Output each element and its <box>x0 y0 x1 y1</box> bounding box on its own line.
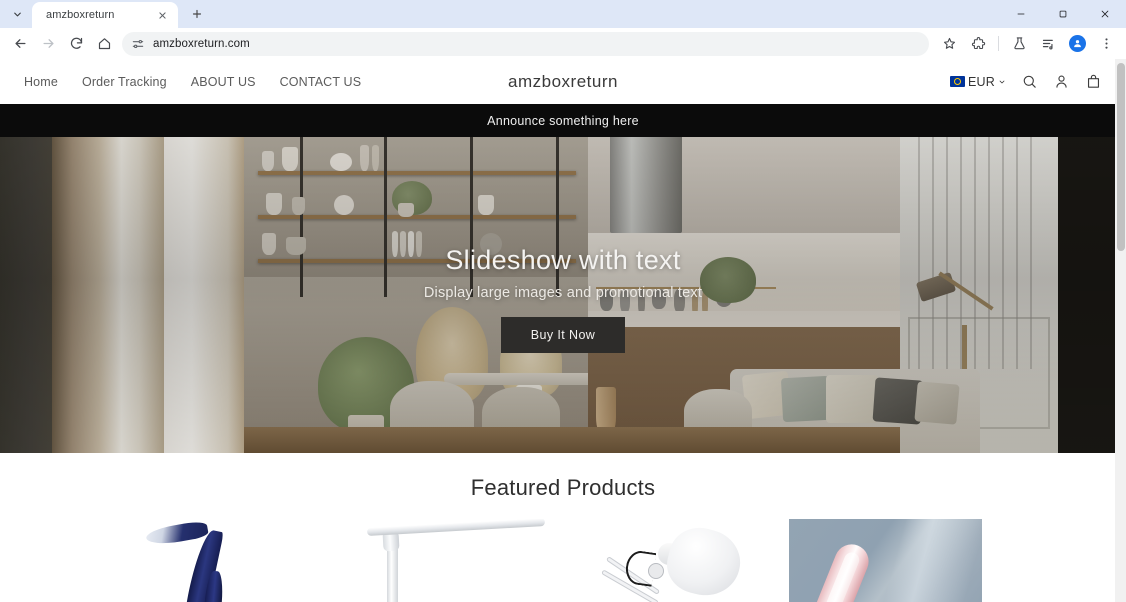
currency-code: EUR <box>968 74 995 89</box>
bookmark-star-icon[interactable] <box>935 30 963 58</box>
three-dot-menu-icon[interactable] <box>1092 30 1120 58</box>
profile-avatar-icon[interactable] <box>1063 30 1091 58</box>
reading-list-icon[interactable] <box>1034 30 1062 58</box>
new-tab-button[interactable] <box>184 1 210 27</box>
window-controls <box>1000 0 1126 28</box>
browser-toolbar: amzboxreturn.com <box>0 28 1126 59</box>
currency-selector[interactable]: EUR <box>950 75 1006 89</box>
header-actions: EUR <box>950 73 1102 90</box>
page-viewport: Home Order Tracking ABOUT US CONTACT US … <box>0 59 1126 602</box>
browser-tab[interactable]: amzboxreturn <box>32 2 178 28</box>
product-card[interactable] <box>144 519 337 602</box>
hero-content: Slideshow with text Display large images… <box>0 245 1126 353</box>
product-card[interactable] <box>574 519 767 602</box>
site-header: Home Order Tracking ABOUT US CONTACT US … <box>0 59 1126 104</box>
reload-icon[interactable] <box>62 30 90 58</box>
chevron-down-icon <box>999 80 1005 83</box>
account-person-icon[interactable] <box>1053 73 1070 90</box>
home-icon[interactable] <box>90 30 118 58</box>
labs-flask-icon[interactable] <box>1005 30 1033 58</box>
page-scrollbar-thumb[interactable] <box>1117 63 1125 251</box>
nav-item-contact-us[interactable]: CONTACT US <box>280 75 362 89</box>
announcement-bar: Announce something here <box>0 104 1126 137</box>
tab-close-icon[interactable] <box>155 8 170 23</box>
tab-search-chevron-icon[interactable] <box>4 1 30 27</box>
white-bar-desk-lamp-image <box>359 519 552 602</box>
pink-tube-lamp-image <box>789 519 982 602</box>
toolbar-right-actions <box>935 30 1120 58</box>
forward-arrow-icon[interactable] <box>34 30 62 58</box>
site-navigation: Home Order Tracking ABOUT US CONTACT US <box>24 75 361 89</box>
site-settings-tune-icon[interactable] <box>131 37 145 51</box>
nav-item-home[interactable]: Home <box>24 75 58 89</box>
buy-it-now-button[interactable]: Buy It Now <box>500 317 626 353</box>
window-close-icon[interactable] <box>1084 0 1126 28</box>
nav-item-order-tracking[interactable]: Order Tracking <box>82 75 167 89</box>
back-arrow-icon[interactable] <box>6 30 34 58</box>
featured-products-section: Featured Products <box>0 453 1126 602</box>
product-card[interactable] <box>789 519 982 602</box>
maximize-icon[interactable] <box>1042 0 1084 28</box>
white-articulated-clamp-lamp-image <box>574 519 767 602</box>
featured-products-title: Featured Products <box>470 475 656 500</box>
extensions-puzzle-icon[interactable] <box>964 30 992 58</box>
hero-slideshow[interactable]: Slideshow with text Display large images… <box>0 137 1126 453</box>
tab-strip: amzboxreturn <box>0 0 1126 28</box>
nav-item-about-us[interactable]: ABOUT US <box>191 75 256 89</box>
product-card[interactable] <box>359 519 552 602</box>
navy-gooseneck-desk-lamp-image <box>144 519 337 602</box>
minimize-icon[interactable] <box>1000 0 1042 28</box>
eu-flag-icon <box>950 76 965 87</box>
product-grid <box>0 501 1126 602</box>
search-icon[interactable] <box>1021 73 1038 90</box>
toolbar-divider <box>998 36 999 51</box>
address-bar[interactable]: amzboxreturn.com <box>122 31 929 56</box>
shopping-bag-icon[interactable] <box>1085 73 1102 90</box>
browser-window: amzboxreturn amzboxreturn.com Home Order… <box>0 0 1126 602</box>
hero-title: Slideshow with text <box>445 245 681 275</box>
tab-title: amzboxreturn <box>46 9 115 21</box>
address-bar-url: amzboxreturn.com <box>153 37 250 50</box>
hero-subtitle: Display large images and promotional tex… <box>423 285 703 301</box>
